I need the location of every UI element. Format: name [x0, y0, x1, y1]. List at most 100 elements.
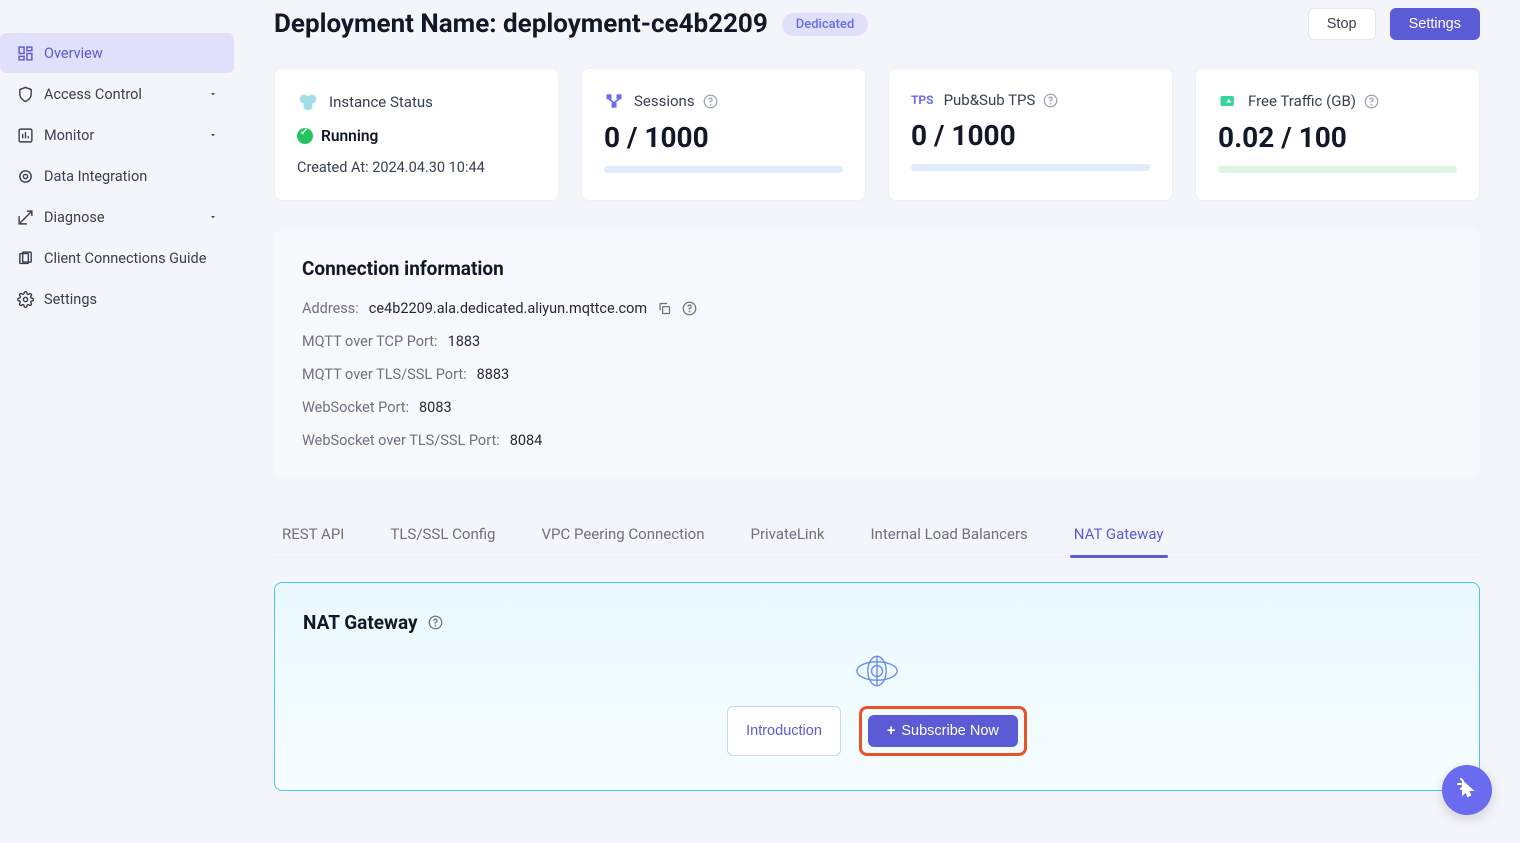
sidebar-item-label: Overview	[44, 45, 103, 62]
sidebar-item-label: Access Control	[44, 86, 142, 103]
card-tps: TPS Pub&Sub TPS 0 / 1000	[888, 68, 1173, 201]
deployment-type-badge: Dedicated	[782, 13, 869, 36]
card-title: Instance Status	[329, 93, 433, 111]
sidebar: Overview Access Control Monitor Data	[0, 0, 234, 843]
card-instance-status: Instance Status Running Created At: 2024…	[274, 68, 559, 201]
status-text: Running	[321, 127, 378, 145]
traffic-value: 0.02 / 100	[1218, 121, 1457, 154]
port-row: MQTT over TCP Port: 1883	[302, 333, 1452, 350]
chevron-down-icon	[208, 89, 218, 99]
tab-privatelink[interactable]: PrivateLink	[750, 513, 824, 557]
copy-icon[interactable]	[657, 301, 672, 316]
chevron-down-icon	[208, 212, 218, 222]
chevron-down-icon	[208, 130, 218, 140]
sidebar-item-access-control[interactable]: Access Control	[0, 74, 234, 114]
header-actions: Stop Settings	[1308, 8, 1480, 40]
address-label: Address:	[302, 300, 359, 317]
card-title: Pub&Sub TPS	[944, 91, 1036, 109]
port-label: WebSocket over TLS/SSL Port:	[302, 432, 500, 449]
created-at: Created At: 2024.04.30 10:44	[297, 159, 536, 176]
subscribe-highlight: + Subscribe Now	[859, 706, 1027, 756]
card-sessions: Sessions 0 / 1000	[581, 68, 866, 201]
section-title: Connection information	[302, 257, 1452, 280]
instance-status-icon	[297, 91, 319, 113]
nat-illustration-icon	[303, 654, 1451, 688]
port-value: 8084	[510, 432, 543, 449]
tps-progress-bar	[911, 164, 1150, 171]
port-value: 8883	[477, 366, 510, 383]
tps-value: 0 / 1000	[911, 119, 1150, 152]
sidebar-item-settings[interactable]: Settings	[0, 279, 234, 319]
status-running-icon	[297, 128, 313, 144]
port-value: 1883	[448, 333, 481, 350]
stop-button[interactable]: Stop	[1308, 8, 1376, 40]
help-fab-button[interactable]	[1442, 765, 1492, 815]
help-icon[interactable]	[1364, 94, 1379, 109]
port-label: MQTT over TCP Port:	[302, 333, 438, 350]
guide-icon	[16, 249, 34, 267]
traffic-icon	[1218, 91, 1238, 111]
sidebar-item-label: Settings	[44, 291, 97, 308]
shield-icon	[16, 85, 34, 103]
tab-internal-lb[interactable]: Internal Load Balancers	[870, 513, 1027, 557]
port-row: WebSocket over TLS/SSL Port: 8084	[302, 432, 1452, 449]
traffic-progress-bar	[1218, 166, 1457, 173]
plus-icon: +	[887, 723, 895, 739]
title-prefix: Deployment Name:	[274, 9, 503, 39]
sidebar-item-label: Client Connections Guide	[44, 250, 206, 267]
page-header: Deployment Name: deployment-ce4b2209 Ded…	[274, 8, 1480, 40]
diagnose-icon	[16, 208, 34, 226]
address-value: ce4b2209.ala.dedicated.aliyun.mqttce.com	[369, 300, 647, 317]
sidebar-item-label: Diagnose	[44, 209, 105, 226]
card-title: Sessions	[634, 92, 695, 110]
tps-icon: TPS	[911, 93, 934, 107]
port-row: MQTT over TLS/SSL Port: 8883	[302, 366, 1452, 383]
sidebar-item-diagnose[interactable]: Diagnose	[0, 197, 234, 237]
help-icon[interactable]	[428, 615, 443, 630]
card-title: Free Traffic (GB)	[1248, 92, 1356, 110]
port-row: WebSocket Port: 8083	[302, 399, 1452, 416]
instance-status-value: Running	[297, 127, 536, 145]
subscribe-label: Subscribe Now	[901, 723, 999, 739]
metric-cards: Instance Status Running Created At: 2024…	[274, 68, 1480, 201]
connection-address-row: Address: ce4b2209.ala.dedicated.aliyun.m…	[302, 300, 1452, 317]
card-traffic: Free Traffic (GB) 0.02 / 100	[1195, 68, 1480, 201]
chart-icon	[16, 126, 34, 144]
settings-button[interactable]: Settings	[1390, 8, 1480, 40]
config-tabs: REST API TLS/SSL Config VPC Peering Conn…	[274, 513, 1480, 558]
sidebar-item-overview[interactable]: Overview	[0, 33, 234, 73]
help-icon[interactable]	[1043, 93, 1058, 108]
main-content: Deployment Name: deployment-ce4b2209 Ded…	[234, 0, 1520, 843]
tab-vpc-peering[interactable]: VPC Peering Connection	[541, 513, 704, 557]
sidebar-item-monitor[interactable]: Monitor	[0, 115, 234, 155]
sessions-value: 0 / 1000	[604, 121, 843, 154]
tab-rest-api[interactable]: REST API	[282, 513, 344, 557]
tab-tls-ssl[interactable]: TLS/SSL Config	[390, 513, 495, 557]
introduction-button[interactable]: Introduction	[727, 706, 841, 756]
connection-info-section: Connection information Address: ce4b2209…	[274, 229, 1480, 479]
sidebar-item-data-integration[interactable]: Data Integration	[0, 156, 234, 196]
created-value: 2024.04.30 10:44	[372, 159, 485, 176]
gear-icon	[16, 290, 34, 308]
sidebar-item-label: Monitor	[44, 127, 94, 144]
layers-icon	[16, 167, 34, 185]
subscribe-now-button[interactable]: + Subscribe Now	[868, 715, 1018, 747]
port-label: MQTT over TLS/SSL Port:	[302, 366, 467, 383]
nat-panel-actions: Introduction + Subscribe Now	[303, 706, 1451, 756]
deployment-name-value: deployment-ce4b2209	[503, 9, 768, 39]
created-prefix: Created At:	[297, 159, 372, 176]
page-title: Deployment Name: deployment-ce4b2209	[274, 9, 768, 39]
sessions-icon	[604, 91, 624, 111]
port-value: 8083	[419, 399, 452, 416]
help-icon[interactable]	[682, 301, 697, 316]
sidebar-item-label: Data Integration	[44, 168, 147, 185]
panel-title: NAT Gateway	[303, 611, 418, 634]
sidebar-item-client-guide[interactable]: Client Connections Guide	[0, 238, 234, 278]
port-label: WebSocket Port:	[302, 399, 409, 416]
dashboard-icon	[16, 44, 34, 62]
sessions-progress-bar	[604, 166, 843, 173]
nat-gateway-panel: NAT Gateway Introduction + Subscribe Now	[274, 582, 1480, 791]
pointer-icon	[1455, 778, 1479, 802]
help-icon[interactable]	[703, 94, 718, 109]
tab-nat-gateway[interactable]: NAT Gateway	[1074, 513, 1164, 557]
